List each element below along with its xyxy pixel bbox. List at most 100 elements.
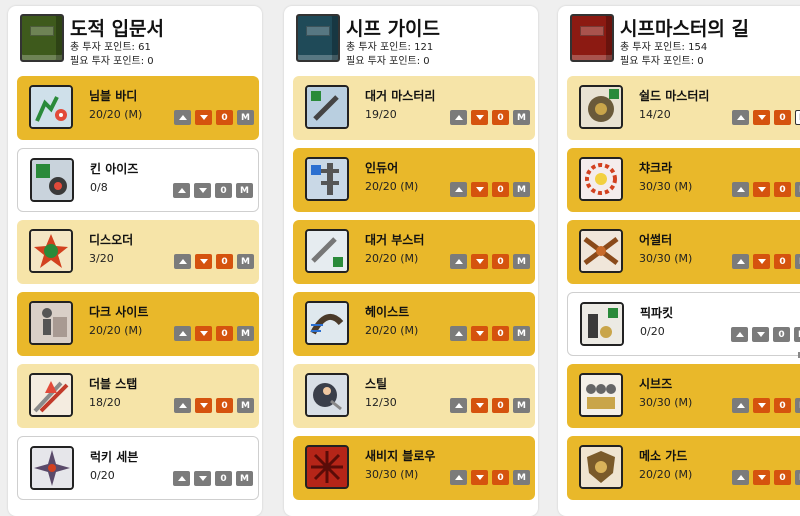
skill-level: 20/20 (M): [365, 324, 419, 337]
max-level-button[interactable]: M: [237, 110, 254, 125]
points-value: 0: [492, 398, 509, 413]
level-down-button[interactable]: [753, 470, 770, 485]
skill-name: 대거 마스터리: [365, 89, 436, 103]
max-level-button[interactable]: M: [237, 254, 254, 269]
level-up-button[interactable]: [174, 254, 191, 269]
skill-card: 다크 사이트 20/20 (M) 0 M: [17, 292, 259, 356]
required-points: 필요 투자 포인트: 0: [70, 56, 154, 67]
level-down-button[interactable]: [195, 398, 212, 413]
points-value: 0: [492, 470, 509, 485]
level-up-button[interactable]: [732, 254, 749, 269]
level-down-button[interactable]: [471, 326, 488, 341]
level-up-button[interactable]: [732, 470, 749, 485]
level-down-button[interactable]: [194, 471, 211, 486]
arrow-up-icon: [178, 115, 187, 120]
max-level-button[interactable]: M: [513, 470, 530, 485]
skill-level: 12/30: [365, 396, 397, 409]
arrow-up-icon: [454, 115, 463, 120]
max-level-button[interactable]: M: [237, 398, 254, 413]
level-up-button[interactable]: [732, 182, 749, 197]
max-level-button[interactable]: M: [795, 182, 800, 197]
book-icon: [20, 14, 64, 62]
arrow-down-icon: [475, 259, 484, 264]
skill-name: 새비지 블로우: [365, 449, 436, 463]
level-up-button[interactable]: [450, 110, 467, 125]
level-up-button[interactable]: [173, 471, 190, 486]
max-level-button[interactable]: M: [236, 471, 253, 486]
level-up-button[interactable]: [450, 182, 467, 197]
level-up-button[interactable]: [450, 326, 467, 341]
required-points: 필요 투자 포인트: 0: [346, 56, 430, 67]
level-up-button[interactable]: [174, 110, 191, 125]
arrow-up-icon: [736, 115, 745, 120]
level-down-button[interactable]: [753, 398, 770, 413]
level-down-button[interactable]: [195, 110, 212, 125]
skill-card: 픽파킷 0/20 0 M: [567, 292, 800, 356]
level-down-button[interactable]: [471, 182, 488, 197]
meso-guard-icon: [579, 445, 623, 489]
book-title: 도적 입문서: [70, 18, 165, 40]
disorder-icon: [29, 229, 73, 273]
max-level-button[interactable]: M: [513, 110, 530, 125]
haste-icon: [305, 301, 349, 345]
skill-card: 메소 가드 20/20 (M) 0 M: [567, 436, 800, 500]
level-down-button[interactable]: [471, 398, 488, 413]
max-level-button[interactable]: M: [513, 326, 530, 341]
skill-card: 님블 바디 20/20 (M) 0 M: [17, 76, 259, 140]
pickpocket-icon: [580, 302, 624, 346]
points-value: 0: [215, 471, 232, 486]
level-up-button[interactable]: [450, 398, 467, 413]
skill-card: 대거 마스터리 19/20 0 M: [293, 76, 535, 140]
max-level-button[interactable]: M: [794, 327, 800, 342]
level-down-button[interactable]: [753, 110, 770, 125]
arrow-up-icon: [736, 187, 745, 192]
level-down-button[interactable]: [471, 254, 488, 269]
level-up-button[interactable]: [173, 183, 190, 198]
skill-name: 님블 바디: [89, 89, 138, 103]
skill-level: 20/20 (M): [365, 180, 419, 193]
arrow-down-icon: [199, 331, 208, 336]
level-down-button[interactable]: [195, 326, 212, 341]
level-down-button[interactable]: [753, 182, 770, 197]
level-down-button[interactable]: [194, 183, 211, 198]
points-value: 0: [492, 254, 509, 269]
max-level-button[interactable]: M: [513, 254, 530, 269]
arrow-up-icon: [736, 475, 745, 480]
level-down-button[interactable]: [471, 470, 488, 485]
skill-card: 시브즈 30/30 (M) 0 M: [567, 364, 800, 428]
max-level-button[interactable]: M: [237, 326, 254, 341]
max-level-button[interactable]: M: [513, 182, 530, 197]
level-up-button[interactable]: [732, 110, 749, 125]
level-up-button[interactable]: [450, 470, 467, 485]
book-title: 시프마스터의 길: [620, 18, 749, 40]
max-level-button[interactable]: M: [513, 398, 530, 413]
level-up-button[interactable]: [450, 254, 467, 269]
skill-card: 챠크라 30/30 (M) 0 M: [567, 148, 800, 212]
arrow-up-icon: [736, 403, 745, 408]
savage-blow-icon: [305, 445, 349, 489]
level-up-button[interactable]: [731, 327, 748, 342]
assaulter-icon: [579, 229, 623, 273]
arrow-up-icon: [177, 476, 186, 481]
level-up-button[interactable]: [174, 398, 191, 413]
max-level-button[interactable]: M: [236, 183, 253, 198]
max-level-button[interactable]: M: [795, 110, 800, 125]
level-down-button[interactable]: [753, 254, 770, 269]
dagger-mastery-icon: [305, 85, 349, 129]
level-down-button[interactable]: [195, 254, 212, 269]
max-level-button[interactable]: M: [795, 470, 800, 485]
skill-level: 0/20: [640, 325, 665, 338]
level-down-button[interactable]: [752, 327, 769, 342]
skill-name: 더블 스탭: [89, 377, 138, 391]
arrow-up-icon: [178, 259, 187, 264]
arrow-down-icon: [756, 332, 765, 337]
arrow-down-icon: [198, 476, 207, 481]
points-value: 0: [773, 327, 790, 342]
level-up-button[interactable]: [732, 398, 749, 413]
skill-name: 킨 아이즈: [90, 162, 139, 176]
max-level-button[interactable]: M: [795, 254, 800, 269]
max-level-button[interactable]: M: [795, 398, 800, 413]
points-value: 0: [216, 398, 233, 413]
level-up-button[interactable]: [174, 326, 191, 341]
level-down-button[interactable]: [471, 110, 488, 125]
